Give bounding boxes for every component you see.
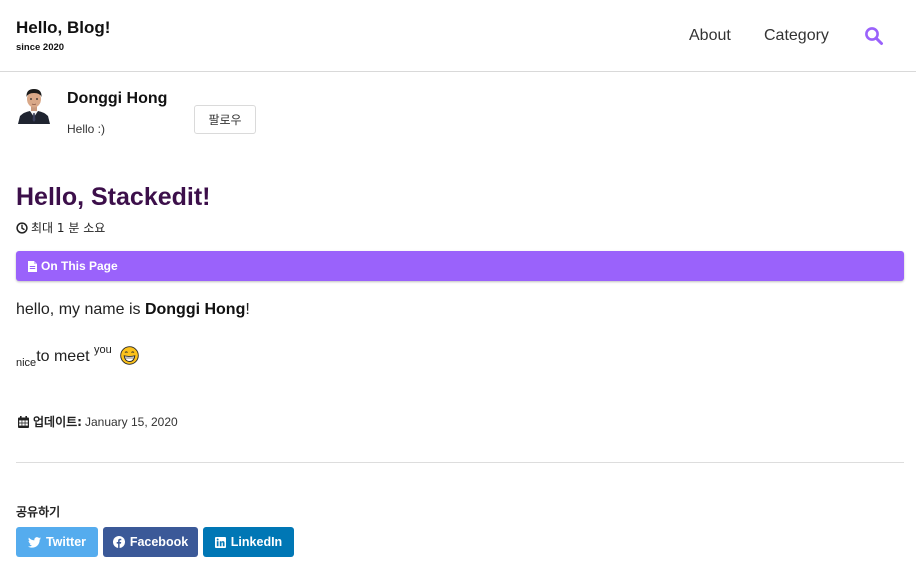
post-title: Hello, Stackedit! [16,183,211,211]
para2-superscript: you [94,344,112,356]
author-avatar [16,86,52,124]
read-time: 최대 1 분 소요 [16,219,105,236]
para1-bold-name: Donggi Hong [144,301,246,318]
author-name: Donggi Hong [67,90,168,107]
share-twitter-button[interactable]: Twitter [16,527,98,557]
top-navigation-bar: Hello, Blog! since 2020 About Category [0,0,916,72]
clock-icon [16,221,28,234]
search-button[interactable] [864,26,884,46]
twitter-label: Twitter [45,535,87,549]
post-paragraph-1: hello, my name is Donggi Hong! [16,301,250,319]
nav-link-about[interactable]: About [689,27,731,45]
para1-suffix: ! [245,301,250,318]
search-icon [865,27,883,45]
file-icon [28,260,37,272]
divider [16,462,904,463]
linkedin-icon [214,536,226,548]
share-linkedin-button[interactable]: LinkedIn [203,527,294,557]
toc-label: On This Page [41,259,118,273]
para1-text: hello, my name is [16,301,145,318]
author-bio: Hello :) [67,122,106,136]
updated-label: 업데이트: [33,415,82,429]
table-of-contents-header: On This Page [16,251,904,281]
site-subtitle: since 2020 [16,42,65,53]
grinning-emoji-icon [120,346,139,370]
para2-subscript: nice [16,357,37,369]
read-time-text: 최대 1 분 소요 [31,221,106,235]
last-updated: 업데이트: January 15, 2020 [18,413,178,430]
twitter-icon [27,536,41,548]
share-heading: 공유하기 [16,505,61,519]
site-title-link[interactable]: Hello, Blog! [16,18,110,38]
calendar-icon [18,415,29,428]
linkedin-label: LinkedIn [230,535,283,549]
share-facebook-button[interactable]: Facebook [103,527,198,557]
facebook-icon [112,536,125,548]
follow-button[interactable]: 팔로우 [194,105,256,134]
post-paragraph-2: niceto meet you [16,344,139,370]
para2-text: to meet [36,348,94,365]
updated-date: January 15, 2020 [84,414,178,429]
nav-link-category[interactable]: Category [764,27,829,45]
facebook-label: Facebook [129,535,189,549]
